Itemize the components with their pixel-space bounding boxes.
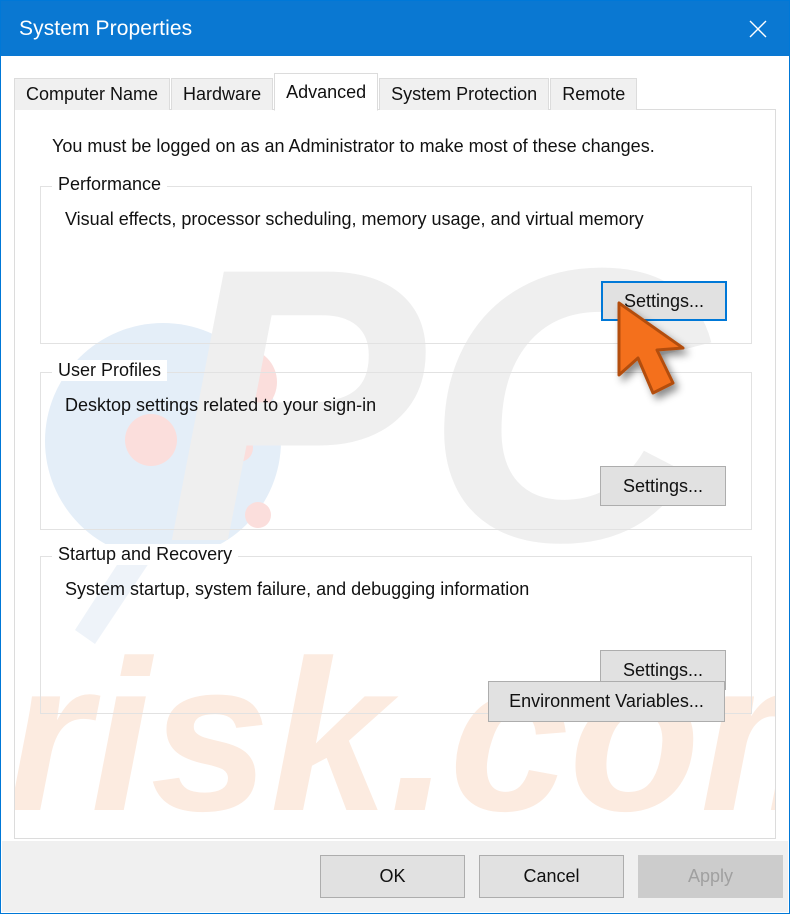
- system-properties-window: System Properties Computer Name Hardware…: [0, 0, 790, 914]
- user-profiles-group-legend: User Profiles: [52, 360, 168, 381]
- administrator-note: You must be logged on as an Administrato…: [52, 136, 655, 156]
- tab-computer-name[interactable]: Computer Name: [14, 78, 171, 110]
- startup-recovery-group-legend: Startup and Recovery: [52, 544, 239, 565]
- environment-variables-button[interactable]: Environment Variables...: [488, 681, 725, 722]
- user-profiles-group-description: Desktop settings related to your sign-in: [65, 395, 377, 415]
- user-profiles-settings-button[interactable]: Settings...: [600, 466, 726, 506]
- apply-button: Apply: [638, 855, 783, 898]
- advanced-tab-panel: PC risk.com You must be logged on as an …: [14, 109, 776, 839]
- dialog-footer: OK Cancel Apply: [2, 841, 788, 912]
- tab-hardware[interactable]: Hardware: [171, 78, 274, 110]
- advanced-tab-content: You must be logged on as an Administrato…: [15, 110, 775, 838]
- startup-recovery-group-description: System startup, system failure, and debu…: [65, 579, 530, 599]
- user-profiles-group: User Profiles Desktop settings related t…: [40, 360, 752, 530]
- title-bar: System Properties: [1, 1, 789, 56]
- ok-button[interactable]: OK: [320, 855, 465, 898]
- tab-advanced[interactable]: Advanced: [274, 73, 379, 111]
- window-title: System Properties: [19, 16, 193, 40]
- tab-remote[interactable]: Remote: [550, 78, 638, 110]
- performance-group: Performance Visual effects, processor sc…: [40, 174, 752, 344]
- window-controls: [727, 1, 789, 56]
- close-icon: [746, 17, 770, 41]
- cancel-button[interactable]: Cancel: [479, 855, 624, 898]
- close-button[interactable]: [727, 1, 789, 56]
- performance-settings-button[interactable]: Settings...: [601, 281, 727, 321]
- performance-group-description: Visual effects, processor scheduling, me…: [65, 209, 644, 229]
- performance-group-legend: Performance: [52, 174, 168, 195]
- tab-system-protection[interactable]: System Protection: [379, 78, 550, 110]
- tab-strip: Computer Name Hardware Advanced System P…: [14, 72, 638, 111]
